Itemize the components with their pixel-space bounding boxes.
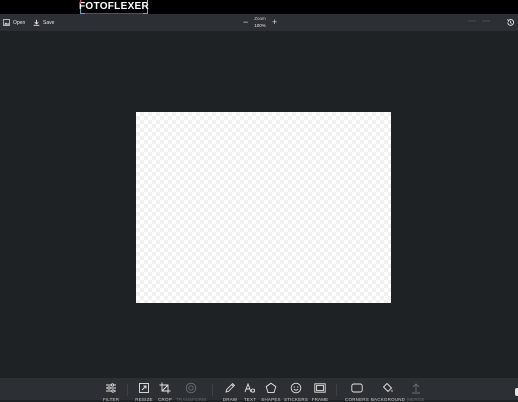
zoom-value: 100% xyxy=(254,23,266,28)
tool-corners[interactable]: CORNERS xyxy=(343,382,371,402)
crop-icon xyxy=(159,382,171,394)
divider xyxy=(212,384,213,396)
logo-text: FOTOFLEXER xyxy=(78,1,150,12)
smiley-icon xyxy=(290,382,302,394)
tool-filter[interactable]: FILTER xyxy=(97,382,125,402)
paint-bucket-icon xyxy=(382,382,393,393)
text-icon xyxy=(244,382,255,393)
open-label: Open xyxy=(13,19,26,26)
resize-icon xyxy=(139,383,149,393)
image-icon xyxy=(3,19,10,26)
pencil-icon xyxy=(225,382,236,393)
open-button[interactable]: Open xyxy=(3,19,25,26)
frame-icon xyxy=(314,383,326,393)
tool-merge[interactable]: MERGE xyxy=(402,382,430,402)
top-bar: FOTOFLEXER xyxy=(0,0,518,14)
divider xyxy=(336,384,337,396)
app-logo[interactable]: FOTOFLEXER xyxy=(78,0,150,14)
divider xyxy=(127,384,128,396)
shapes-icon xyxy=(265,382,277,394)
tool-transform[interactable]: TRANSFORM xyxy=(176,382,206,402)
download-icon xyxy=(33,19,40,26)
undo-button[interactable] xyxy=(468,20,476,22)
history-icon[interactable] xyxy=(506,18,515,27)
upload-icon xyxy=(412,383,420,394)
tool-frame[interactable]: FRAME xyxy=(306,382,334,402)
zoom-label: Zoom xyxy=(254,16,266,21)
sliders-icon xyxy=(106,383,116,393)
save-button[interactable]: Save xyxy=(33,19,54,26)
transform-icon xyxy=(185,382,197,394)
zoom-out-button[interactable]: − xyxy=(243,17,248,27)
save-label: Save xyxy=(43,19,55,26)
zoom-control: − Zoom 100% + xyxy=(240,14,282,31)
zoom-in-button[interactable]: + xyxy=(272,17,277,27)
image-canvas[interactable] xyxy=(136,112,391,303)
rounded-rect-icon xyxy=(351,383,363,393)
redo-button[interactable] xyxy=(482,20,490,22)
